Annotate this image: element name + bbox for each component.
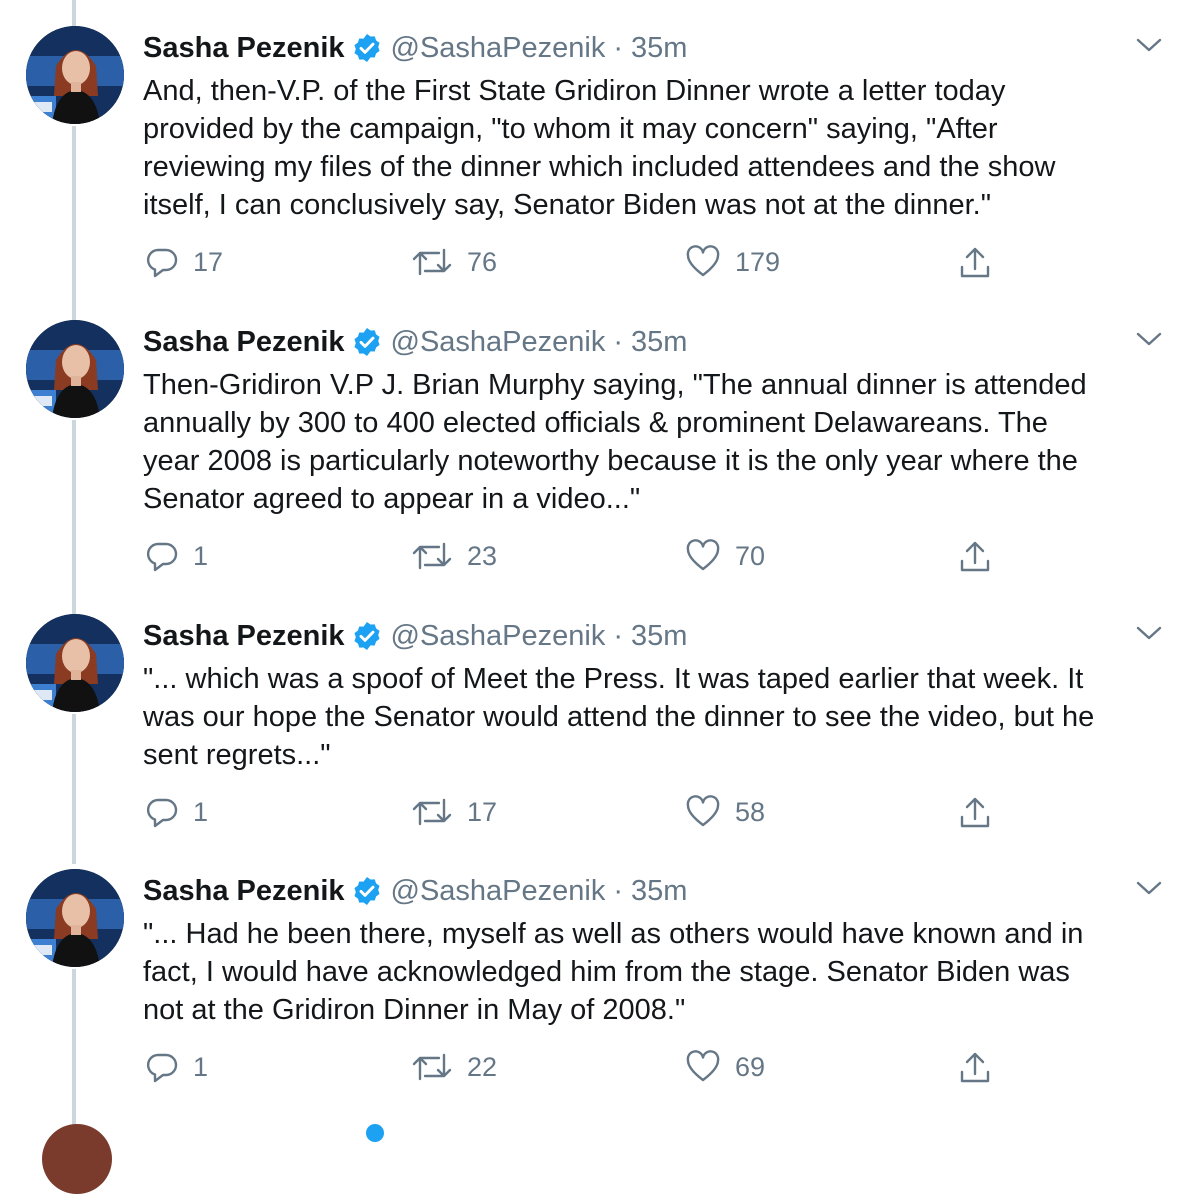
tweet[interactable]: Sasha Pezenik @SashaPezenik · 35m Then-G…: [0, 294, 1188, 588]
heart-icon: [686, 795, 720, 827]
reply-icon: [146, 798, 178, 828]
like-count: 179: [735, 246, 781, 277]
verified-badge-icon: [351, 32, 383, 64]
verified-badge-icon: [351, 326, 383, 358]
reply-button[interactable]: 1: [145, 1050, 208, 1084]
like-count: 58: [735, 796, 766, 827]
reply-count: 1: [193, 1051, 209, 1082]
author-name[interactable]: Sasha Pezenik: [143, 620, 345, 653]
heart-icon: [686, 1050, 720, 1082]
author-handle[interactable]: @SashaPezenik: [391, 32, 606, 65]
chevron-down-icon[interactable]: [1134, 877, 1164, 899]
tweet-text: "... Had he been there, myself as well a…: [143, 918, 1084, 1026]
author-handle[interactable]: @SashaPezenik: [391, 620, 606, 653]
author-name[interactable]: Sasha Pezenik: [143, 326, 345, 359]
like-count: 69: [735, 1051, 766, 1082]
retweet-count: 76: [467, 246, 498, 277]
reply-button[interactable]: 1: [145, 795, 208, 829]
verified-badge-icon: [351, 620, 383, 652]
avatar[interactable]: [26, 26, 124, 124]
verified-badge-icon: [366, 1124, 384, 1142]
heart-icon: [686, 245, 720, 277]
chevron-down-icon[interactable]: [1134, 328, 1164, 350]
tweet[interactable]: Sasha Pezenik @SashaPezenik · 35m And, t…: [0, 0, 1188, 294]
separator-dot: ·: [613, 874, 624, 907]
avatar[interactable]: [26, 614, 124, 712]
timestamp[interactable]: 35m: [631, 875, 687, 908]
retweet-icon: [412, 798, 452, 826]
reply-button[interactable]: 1: [145, 539, 208, 573]
like-count: 70: [735, 540, 766, 571]
share-button[interactable]: [957, 245, 1007, 281]
share-icon: [960, 247, 990, 278]
timestamp[interactable]: 35m: [631, 32, 687, 65]
retweet-icon: [412, 542, 452, 570]
timestamp[interactable]: 35m: [631, 620, 687, 653]
reply-icon: [146, 1053, 178, 1083]
tweet-header: Sasha Pezenik @SashaPezenik · 35m: [143, 871, 687, 911]
retweet-icon: [412, 248, 452, 276]
retweet-button[interactable]: 23: [411, 539, 497, 573]
tweet-text: Then-Gridiron V.P J. Brian Murphy saying…: [143, 369, 1087, 515]
tweet[interactable]: Sasha Pezenik @SashaPezenik · 35m "... H…: [0, 843, 1188, 1137]
heart-icon: [686, 539, 720, 571]
chevron-down-icon[interactable]: [1134, 34, 1164, 56]
reply-count: 1: [193, 796, 209, 827]
reply-icon: [146, 248, 178, 278]
retweet-button[interactable]: 22: [411, 1050, 497, 1084]
tweet-text: And, then-V.P. of the First State Gridir…: [143, 75, 1056, 221]
avatar[interactable]: [42, 1124, 112, 1194]
author-handle[interactable]: @SashaPezenik: [391, 326, 606, 359]
tweet-header: Sasha Pezenik @SashaPezenik · 35m: [143, 28, 687, 68]
tweet-header: Sasha Pezenik @SashaPezenik · 35m: [143, 616, 687, 656]
retweet-button[interactable]: 17: [411, 795, 497, 829]
retweet-button[interactable]: 76: [411, 245, 497, 279]
share-icon: [960, 1052, 990, 1083]
retweet-count: 22: [467, 1051, 498, 1082]
tweet-text: "... which was a spoof of Meet the Press…: [143, 663, 1095, 771]
avatar[interactable]: [26, 320, 124, 418]
like-button[interactable]: 179: [685, 245, 780, 279]
retweet-count: 23: [467, 540, 498, 571]
separator-dot: ·: [613, 31, 624, 64]
share-icon: [960, 797, 990, 828]
like-button[interactable]: 70: [685, 539, 765, 573]
tweet-header: Sasha Pezenik @SashaPezenik · 35m: [143, 322, 687, 362]
retweet-count: 17: [467, 796, 498, 827]
separator-dot: ·: [613, 619, 624, 652]
retweet-icon: [412, 1053, 452, 1081]
separator-dot: ·: [613, 325, 624, 358]
share-button[interactable]: [957, 795, 1007, 831]
chevron-down-icon[interactable]: [1134, 622, 1164, 644]
share-icon: [960, 541, 990, 572]
author-name[interactable]: Sasha Pezenik: [143, 875, 345, 908]
like-button[interactable]: 58: [685, 795, 765, 829]
timestamp[interactable]: 35m: [631, 326, 687, 359]
reply-count: 17: [193, 246, 224, 277]
share-button[interactable]: [957, 539, 1007, 575]
reply-count: 1: [193, 540, 209, 571]
reply-button[interactable]: 17: [145, 245, 223, 279]
tweet[interactable]: Sasha Pezenik @SashaPezenik · 35m "... w…: [0, 588, 1188, 882]
author-name[interactable]: Sasha Pezenik: [143, 32, 345, 65]
like-button[interactable]: 69: [685, 1050, 765, 1084]
author-handle[interactable]: @SashaPezenik: [391, 875, 606, 908]
avatar[interactable]: [26, 869, 124, 967]
verified-badge-icon: [351, 875, 383, 907]
reply-icon: [146, 542, 178, 572]
share-button[interactable]: [957, 1050, 1007, 1086]
